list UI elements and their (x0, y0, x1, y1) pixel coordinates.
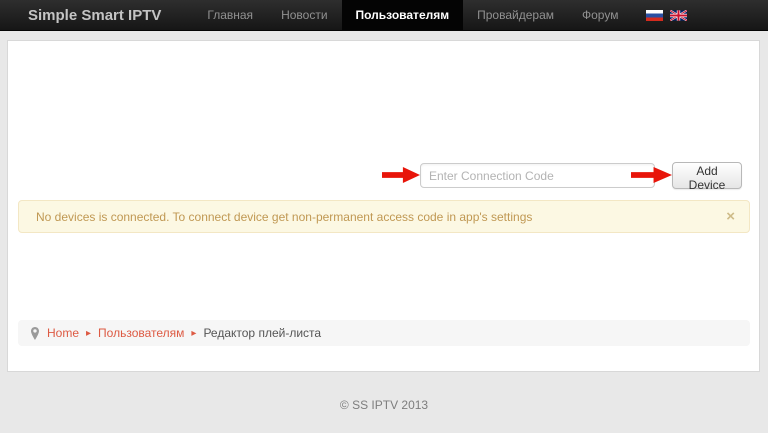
uk-flag-icon[interactable] (670, 10, 687, 21)
brand-logo[interactable]: Simple Smart IPTV (0, 0, 171, 30)
breadcrumb: Home ▸ Пользователям ▸ Редактор плей-лис… (18, 320, 750, 346)
breadcrumb-current: Редактор плей-листа (203, 326, 321, 340)
nav-item-providers[interactable]: Провайдерам (463, 0, 568, 30)
connection-code-input[interactable] (420, 163, 655, 188)
alert-banner: No devices is connected. To connect devi… (18, 200, 750, 233)
breadcrumb-users[interactable]: Пользователям (98, 326, 184, 340)
nav-item-users[interactable]: Пользователям (342, 0, 464, 30)
alert-message: No devices is connected. To connect devi… (36, 210, 726, 224)
main-nav: Главная Новости Пользователям Провайдера… (193, 0, 632, 30)
nav-item-forum[interactable]: Форум (568, 0, 632, 30)
nav-item-news[interactable]: Новости (267, 0, 341, 30)
breadcrumb-home[interactable]: Home (47, 326, 79, 340)
close-icon[interactable]: × (726, 209, 735, 224)
copyright-text: © SS IPTV 2013 (340, 398, 428, 412)
nav-item-home[interactable]: Главная (193, 0, 267, 30)
footer: © SS IPTV 2013 (0, 372, 768, 433)
add-device-button[interactable]: Add Device (672, 162, 742, 189)
breadcrumb-separator-icon: ▸ (86, 328, 91, 339)
top-navbar: Simple Smart IPTV Главная Новости Пользо… (0, 0, 768, 31)
breadcrumb-separator-icon: ▸ (191, 328, 196, 339)
russian-flag-icon[interactable] (646, 10, 663, 21)
location-pin-icon (30, 327, 40, 340)
language-switcher (646, 0, 687, 30)
